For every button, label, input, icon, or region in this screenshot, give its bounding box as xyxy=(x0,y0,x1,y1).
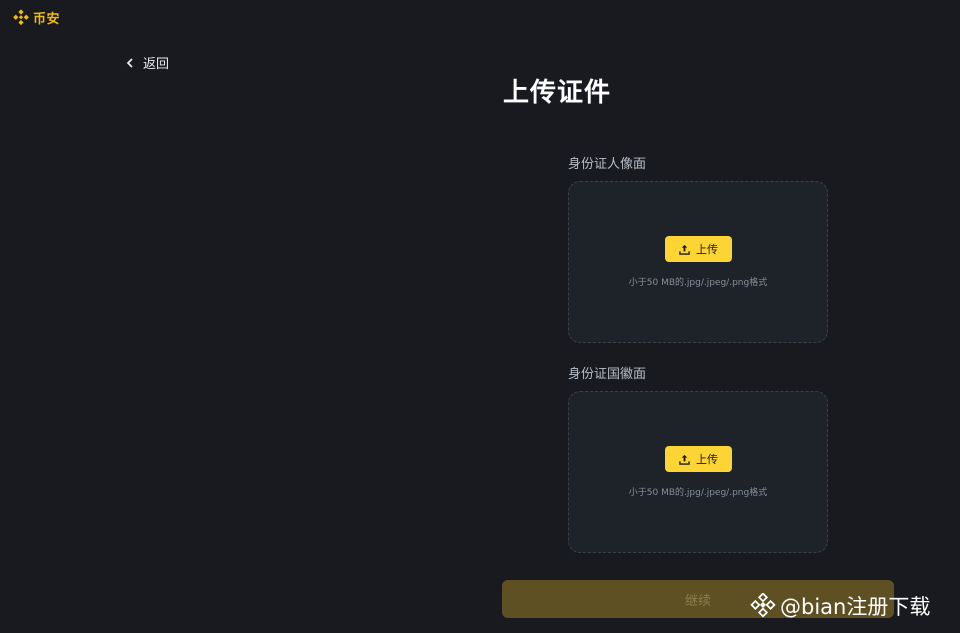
back-label: 返回 xyxy=(143,57,170,72)
page-title: 上传证件 xyxy=(503,78,612,108)
upload-hint: 小于50 MB的.jpg/.jpeg/.png格式 xyxy=(628,278,768,288)
binance-logo-icon xyxy=(750,593,776,618)
id-back-upload-area[interactable]: 上传 小于50 MB的.jpg/.jpeg/.png格式 xyxy=(568,391,828,553)
chevron-left-icon xyxy=(126,57,133,68)
watermark: @bian注册下载 xyxy=(750,591,930,621)
brand-name: 币安 xyxy=(33,12,61,27)
upload-button-label: 上传 xyxy=(696,453,718,466)
upload-hint: 小于50 MB的.jpg/.jpeg/.png格式 xyxy=(628,488,768,498)
upload-icon xyxy=(679,244,690,255)
brand-logo[interactable]: 币安 xyxy=(12,8,60,27)
back-link[interactable]: 返回 xyxy=(126,53,169,72)
binance-logo-icon xyxy=(13,8,29,25)
id-front-upload-area[interactable]: 上传 小于50 MB的.jpg/.jpeg/.png格式 xyxy=(568,181,828,343)
id-front-upload-button[interactable]: 上传 xyxy=(665,236,732,262)
upload-id-page: 币安 返回 上传证件 身份证人像面 上传 小于50 MB的.jpg/.jpeg/… xyxy=(0,0,960,633)
id-back-upload-button[interactable]: 上传 xyxy=(665,446,732,472)
id-back-label: 身份证国徽面 xyxy=(568,367,647,382)
upload-icon xyxy=(679,454,690,465)
id-front-label: 身份证人像面 xyxy=(568,157,647,172)
watermark-text: @bian注册下载 xyxy=(780,595,931,619)
upload-button-label: 上传 xyxy=(696,243,718,256)
